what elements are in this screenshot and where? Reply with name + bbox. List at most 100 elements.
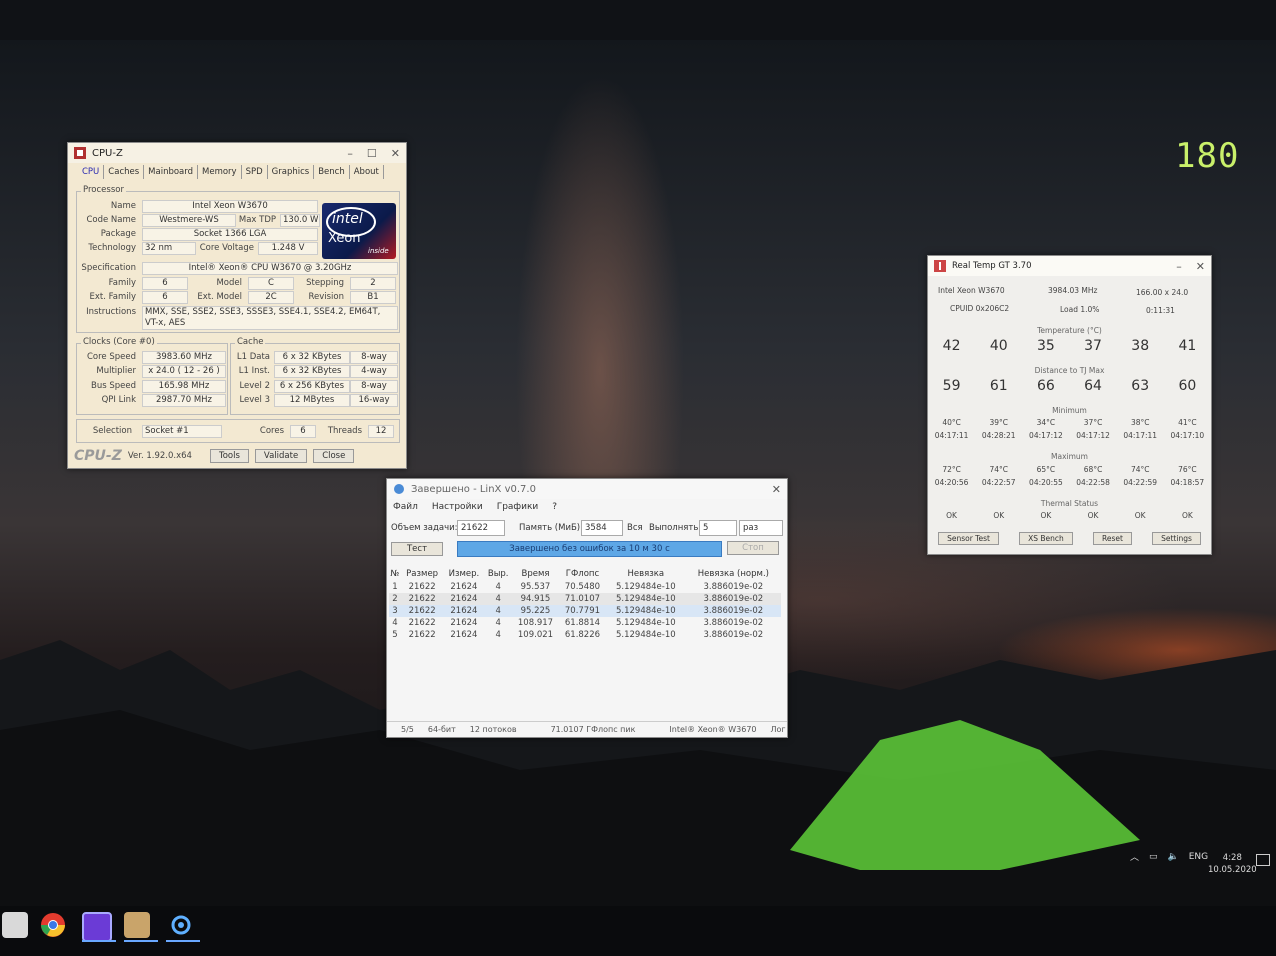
menu-help[interactable]: ? [552, 502, 557, 512]
cpuz-footer: CPU-Z Ver. 1.92.0.x64 Tools Validate Clo… [74, 448, 400, 464]
linx-titlebar[interactable]: Завершено - LinX v0.7.0 ✕ [387, 479, 787, 499]
core-distance: 59 [942, 378, 961, 394]
table-cell: 70.7791 [558, 605, 606, 617]
model-label: Model [216, 278, 242, 288]
table-cell: 5.129484e-10 [605, 605, 686, 617]
realtemp-title: Real Temp GT 3.70 [952, 261, 1032, 271]
language-indicator[interactable]: ENG [1189, 852, 1208, 862]
maximize-icon[interactable]: ☐ [367, 147, 377, 160]
menu-file[interactable]: Файл [393, 502, 418, 512]
cpuz-window[interactable]: CPU-Z – ☐ ✕ CPU Caches Mainboard Memory … [67, 142, 407, 469]
run-count-combo[interactable]: 5 [699, 520, 737, 536]
specification-value: Intel® Xeon® CPU W3670 @ 3.20GHz [142, 262, 398, 275]
image-viewer-icon[interactable] [124, 912, 150, 938]
run-label: Выполнять: [649, 523, 702, 533]
col-header[interactable]: Измер. [443, 567, 484, 581]
close-icon[interactable]: ✕ [1196, 260, 1205, 273]
minimize-icon[interactable]: – [1176, 260, 1182, 273]
tray-clock[interactable]: 4:28 10.05.2020 [1208, 852, 1257, 876]
table-row[interactable]: 5 21622 21624 4 109.021 61.8226 5.129484e-10 3.… [389, 629, 781, 641]
close-button[interactable]: Close [313, 449, 355, 463]
name-value: Intel Xeon W3670 [142, 200, 318, 213]
table-cell: 21624 [443, 605, 485, 617]
system-tray: ︿ ▭ 🔈 ENG [1130, 850, 1208, 864]
core-distance: 63 [1131, 378, 1150, 394]
cpuz-titlebar[interactable]: CPU-Z – ☐ ✕ [68, 143, 406, 163]
run-unit-combo[interactable]: раз [739, 520, 783, 536]
rt-minimum-heading: Minimum [1052, 406, 1087, 415]
table-cell: 1 [392, 582, 398, 592]
multiplier-value: x 24.0 ( 12 - 26 ) [142, 365, 226, 378]
log-button[interactable]: Лог [771, 725, 786, 734]
settings-icon[interactable] [168, 912, 194, 938]
sensor-test-button[interactable]: Sensor Test [938, 532, 999, 545]
min-temp: 41°C [1178, 418, 1197, 427]
core-temp: 40 [989, 338, 1008, 354]
col-header[interactable]: № [389, 567, 401, 581]
tab-spd[interactable]: SPD [242, 165, 268, 179]
test-button[interactable]: Тест [391, 542, 443, 556]
linx-window[interactable]: Завершено - LinX v0.7.0 ✕ Файл Настройки… [386, 478, 788, 738]
app-icon[interactable] [82, 912, 112, 942]
table-cell: 3.886019e-02 [685, 593, 781, 605]
menu-settings[interactable]: Настройки [432, 502, 483, 512]
realtemp-window[interactable]: Real Temp GT 3.70 – ✕ Intel Xeon W3670 3… [927, 255, 1212, 555]
memory-combo[interactable]: 3584 [581, 520, 623, 536]
calculator-icon[interactable] [2, 912, 28, 938]
table-cell: 21624 [450, 618, 478, 628]
task-size-combo[interactable]: 21622 [457, 520, 505, 536]
table-row[interactable]: 1 21622 21624 4 95.537 70.5480 5.129484e-10 3.8… [389, 581, 781, 593]
tab-bench[interactable]: Bench [314, 165, 350, 179]
col-header[interactable]: ГФлопс [559, 567, 606, 581]
notification-icon[interactable] [1256, 854, 1270, 866]
tab-cpu[interactable]: CPU [78, 165, 105, 179]
tab-graphics[interactable]: Graphics [268, 165, 315, 179]
close-icon[interactable]: ✕ [391, 147, 400, 160]
min-time: 04:28:21 [981, 431, 1016, 440]
tab-memory[interactable]: Memory [198, 165, 242, 179]
tab-about[interactable]: About [350, 165, 384, 179]
menu-graphs[interactable]: Графики [497, 502, 539, 512]
cpuz-tabs: CPU Caches Mainboard Memory SPD Graphics… [68, 163, 406, 179]
col-header[interactable]: Время [512, 567, 559, 581]
reset-button[interactable]: Reset [1092, 532, 1132, 545]
max-temp: 72°C [942, 465, 961, 474]
table-cell: 5.129484e-10 [616, 582, 676, 592]
chevron-up-icon[interactable]: ︿ [1130, 850, 1139, 863]
realtemp-titlebar[interactable]: Real Temp GT 3.70 – ✕ [928, 256, 1211, 276]
xs-bench-button[interactable]: XS Bench [1019, 532, 1073, 545]
specification-label: Specification [81, 263, 136, 273]
selection-dropdown[interactable]: Socket #1 [142, 425, 222, 438]
close-icon[interactable]: ✕ [772, 483, 781, 496]
settings-button[interactable]: Settings [1152, 532, 1201, 545]
core-speed-value: 3983.60 MHz [142, 351, 226, 364]
thermal-status: OK [1134, 511, 1146, 520]
network-icon[interactable]: ▭ [1149, 852, 1158, 862]
table-row[interactable]: 2 21622 21624 4 94.915 71.0107 5.129484e-10 3.8… [389, 593, 781, 605]
table-row[interactable]: 4 21622 21624 4 108.917 61.8814 5.129484e-10 3.… [389, 617, 781, 629]
clock-time: 4:28 [1222, 853, 1242, 863]
l1d-value: 6 x 32 KBytes [274, 351, 350, 364]
table-cell: 108.917 [517, 618, 554, 628]
tab-mainboard[interactable]: Mainboard [144, 165, 199, 179]
validate-button[interactable]: Validate [254, 449, 308, 463]
status-bits: 64-бит [427, 725, 456, 734]
speaker-icon[interactable]: 🔈 [1168, 852, 1179, 862]
table-row[interactable]: 3 21622 21624 4 95.225 70.7791 5.129484e-10 3.8… [389, 605, 781, 617]
qpi-label: QPI Link [101, 395, 136, 405]
col-header[interactable]: Размер [401, 567, 444, 581]
cpuz-version: Ver. 1.92.0.x64 [127, 451, 192, 461]
col-header[interactable]: Невязка (норм.) [686, 567, 781, 581]
rt-minimum-row: 40°C 39°C 34°C 37°C 38°C 41°C [928, 418, 1211, 427]
family-value: 6 [142, 277, 188, 290]
l1d-way: 8-way [350, 351, 398, 364]
tools-button[interactable]: Tools [209, 449, 249, 463]
chrome-icon[interactable] [40, 912, 66, 938]
table-cell: 4 [484, 605, 512, 617]
stop-button[interactable]: Стоп [727, 541, 779, 555]
col-header[interactable]: Выр. [484, 567, 512, 581]
col-header[interactable]: Невязка [606, 567, 686, 581]
table-cell: 109.021 [517, 630, 554, 640]
minimize-icon[interactable]: – [347, 147, 353, 160]
tab-caches[interactable]: Caches [104, 165, 145, 179]
